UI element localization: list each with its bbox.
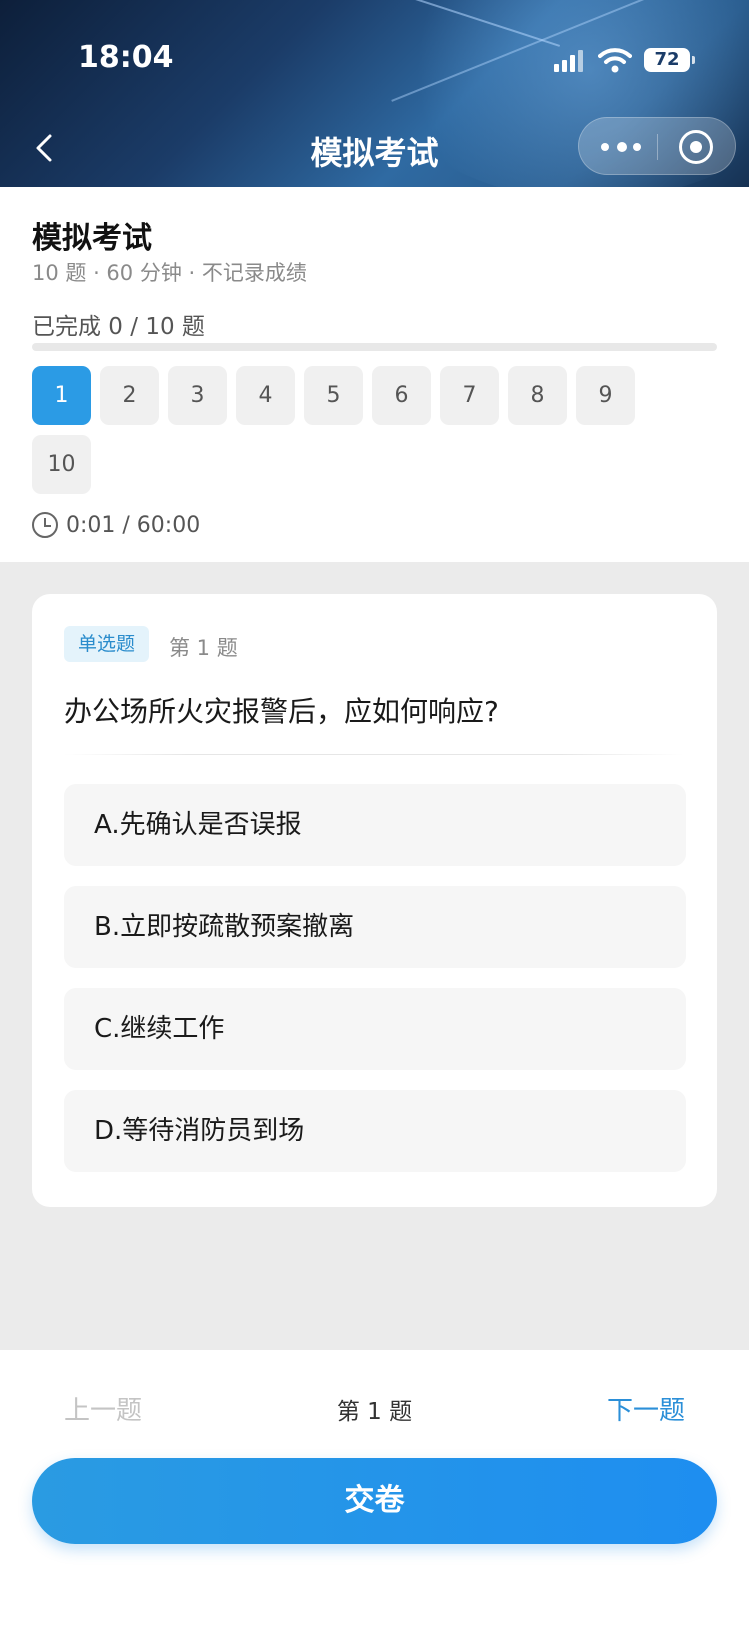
exam-timer: 0:01 / 60:00	[32, 512, 200, 538]
question-number-button[interactable]: 1	[32, 366, 91, 425]
more-button[interactable]	[597, 132, 645, 162]
dot-icon	[601, 143, 609, 151]
question-type-badge: 单选题	[64, 626, 150, 662]
clock-icon	[32, 512, 58, 538]
cellular-signal-icon	[554, 50, 584, 72]
close-miniprogram-button[interactable]	[679, 130, 713, 164]
miniprogram-capsule	[578, 117, 736, 175]
question-index: 第 1 题	[169, 636, 238, 660]
dot-icon	[633, 143, 641, 151]
wifi-icon	[598, 48, 632, 73]
timer-text: 0:01 / 60:00	[66, 512, 201, 538]
question-number-button[interactable]: 5	[304, 366, 363, 425]
question-number-button[interactable]: 8	[508, 366, 567, 425]
exam-info-panel: 模拟考试 10 题 · 60 分钟 · 不记录成绩 已完成 0 / 10 题 1…	[0, 187, 749, 562]
answer-option-c[interactable]: C.继续工作	[64, 988, 686, 1070]
answer-option-a[interactable]: A.先确认是否误报	[64, 784, 686, 866]
dot-icon	[617, 142, 627, 152]
page-title: 模拟考试	[32, 221, 152, 256]
question-card: 单选题 第 1 题 办公场所火灾报警后，应如何响应? A.先确认是否误报 B.立…	[32, 594, 717, 1207]
status-time: 18:04	[78, 40, 174, 75]
capsule-divider	[657, 134, 658, 160]
progress-bar	[32, 343, 717, 351]
progress-label: 已完成 0 / 10 题	[32, 314, 205, 340]
exam-subtitle: 10 题 · 60 分钟 · 不记录成绩	[32, 261, 307, 285]
submit-exam-button[interactable]: 交卷	[32, 1458, 717, 1544]
battery-icon: 72	[644, 48, 695, 72]
bottom-action-bar: 上一题 第 1 题 下一题 交卷	[0, 1350, 749, 1630]
answer-option-b[interactable]: B.立即按疏散预案撤离	[64, 886, 686, 968]
next-question-button[interactable]: 下一题	[607, 1390, 685, 1427]
question-number-button[interactable]: 2	[100, 366, 159, 425]
question-number-button[interactable]: 4	[236, 366, 295, 425]
question-number-button[interactable]: 6	[372, 366, 431, 425]
app-header: 18:04 72 模拟考试	[0, 0, 749, 187]
divider	[64, 754, 684, 755]
question-number-button[interactable]: 9	[576, 366, 635, 425]
answer-option-d[interactable]: D.等待消防员到场	[64, 1090, 686, 1172]
question-number-button[interactable]: 10	[32, 435, 91, 494]
question-number-button[interactable]: 3	[168, 366, 227, 425]
question-text: 办公场所火灾报警后，应如何响应?	[64, 695, 499, 728]
question-number-button[interactable]: 7	[440, 366, 499, 425]
